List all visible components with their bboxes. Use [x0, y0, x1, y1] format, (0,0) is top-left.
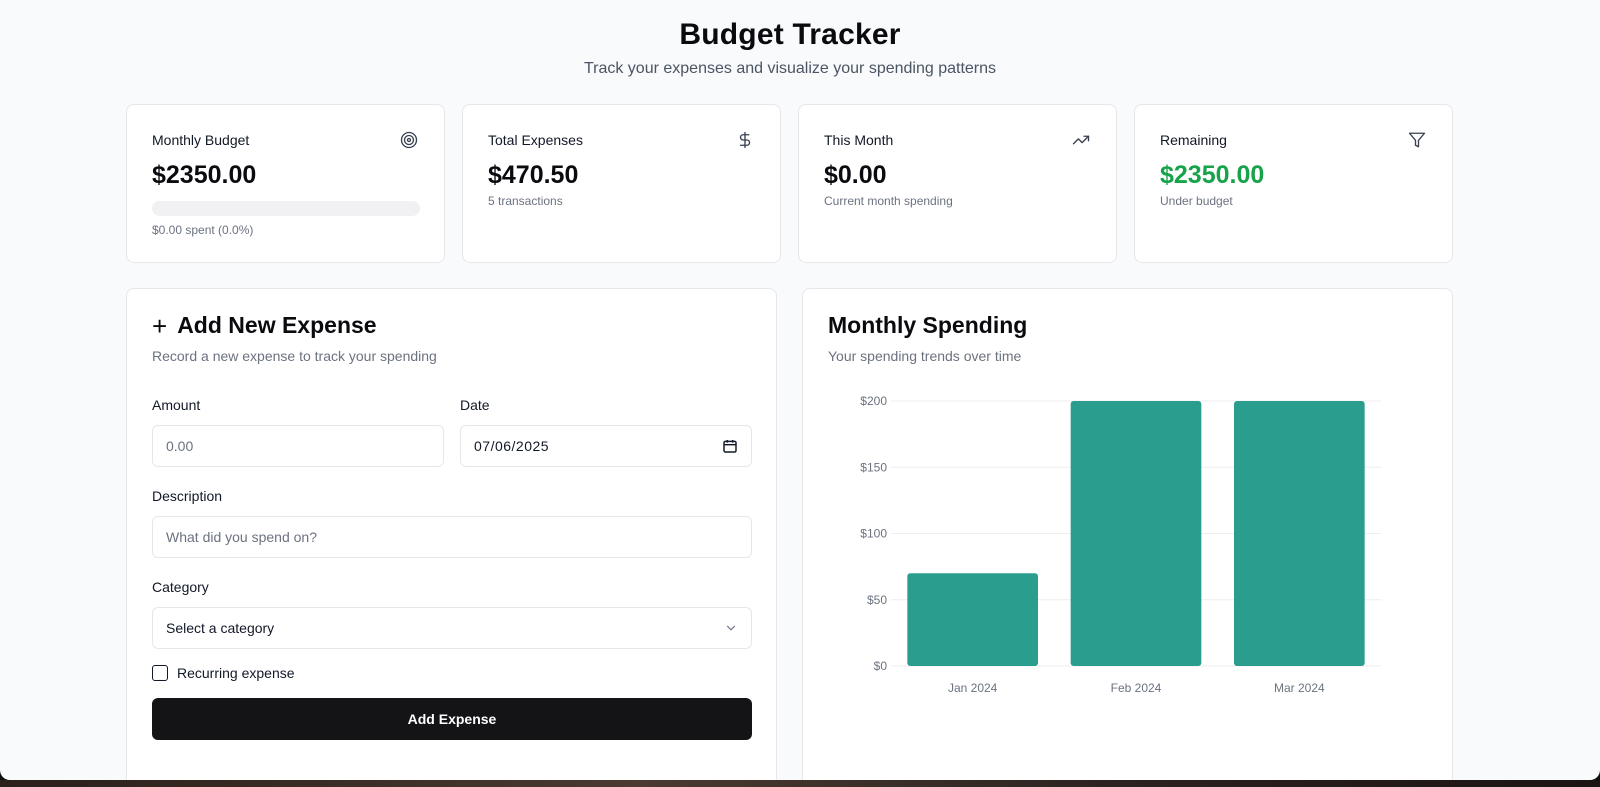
plus-icon: +	[152, 310, 168, 341]
total-expenses-sub: 5 transactions	[488, 194, 563, 208]
x-tick-label: Mar 2024	[1274, 681, 1325, 695]
monthly-budget-title: Monthly Budget	[152, 132, 250, 148]
budget-progress-bar	[152, 201, 420, 216]
bar-jan-2024[interactable]	[907, 573, 1038, 666]
remaining-value: $2350.00	[1160, 161, 1265, 189]
app-window: Budget Tracker Track your expenses and v…	[0, 0, 1600, 780]
recurring-checkbox[interactable]	[152, 665, 168, 681]
category-select-value: Select a category	[166, 620, 275, 636]
dollar-icon	[739, 131, 751, 149]
description-label: Description	[152, 488, 223, 504]
this-month-card: This Month $0.00 Current month spending	[798, 104, 1117, 263]
y-tick-label: $200	[860, 394, 887, 408]
monthly-budget-spent: $0.00 spent (0.0%)	[152, 223, 254, 237]
y-tick-label: $100	[860, 527, 887, 541]
x-tick-label: Feb 2024	[1111, 681, 1162, 695]
date-input[interactable]: 07/06/2025	[460, 425, 752, 467]
remaining-card: Remaining $2350.00 Under budget	[1134, 104, 1453, 263]
monthly-spending-panel: Monthly Spending Your spending trends ov…	[802, 288, 1453, 780]
y-tick-label: $0	[874, 659, 888, 673]
add-expense-button[interactable]: Add Expense	[152, 698, 752, 740]
this-month-sub: Current month spending	[824, 194, 953, 208]
this-month-title: This Month	[824, 132, 894, 148]
add-expense-subtitle: Record a new expense to track your spend…	[152, 348, 437, 364]
amount-input[interactable]	[152, 425, 444, 467]
monthly-budget-value: $2350.00	[152, 161, 257, 189]
spending-bar-chart: $0 $50 $100 $150 $200 Jan 2024 Feb 2024 Mar 202…	[860, 394, 1381, 695]
trending-up-icon	[1072, 135, 1090, 145]
recurring-label[interactable]: Recurring expense	[177, 665, 295, 681]
amount-label: Amount	[152, 397, 201, 413]
page-header: Budget Tracker Track your expenses and v…	[0, 18, 1580, 78]
x-tick-label: Jan 2024	[948, 681, 998, 695]
add-expense-title: + Add New Expense	[152, 312, 377, 339]
total-expenses-title: Total Expenses	[488, 132, 583, 148]
description-input[interactable]	[152, 516, 752, 558]
bar-mar-2024[interactable]	[1234, 401, 1365, 666]
remaining-sub: Under budget	[1160, 194, 1233, 208]
monthly-budget-card: Monthly Budget $2350.00 $0.00 spent (0.0…	[126, 104, 445, 263]
category-label: Category	[152, 579, 209, 595]
page-subtitle: Track your expenses and visualize your s…	[583, 60, 997, 77]
desktop-background-strip	[0, 780, 1600, 787]
remaining-title: Remaining	[1160, 132, 1227, 148]
target-icon	[400, 131, 418, 149]
y-tick-label: $50	[867, 593, 887, 607]
add-expense-panel: + Add New Expense Record a new expense t…	[126, 288, 777, 780]
bar-feb-2024[interactable]	[1070, 401, 1202, 666]
page-title: Budget Tracker	[679, 18, 901, 51]
category-select[interactable]: Select a category	[152, 607, 752, 649]
y-tick-label: $150	[860, 460, 887, 474]
this-month-value: $0.00	[824, 161, 887, 189]
total-expenses-card: Total Expenses $470.50 5 transactions	[462, 104, 781, 263]
add-expense-title-text: Add New Expense	[177, 312, 377, 338]
date-value: 07/06/2025	[474, 438, 550, 454]
total-expenses-value: $470.50	[488, 161, 579, 189]
chevron-down-icon	[726, 625, 736, 631]
filter-icon	[1408, 132, 1426, 148]
date-label: Date	[460, 397, 490, 413]
calendar-icon[interactable]	[722, 438, 738, 454]
